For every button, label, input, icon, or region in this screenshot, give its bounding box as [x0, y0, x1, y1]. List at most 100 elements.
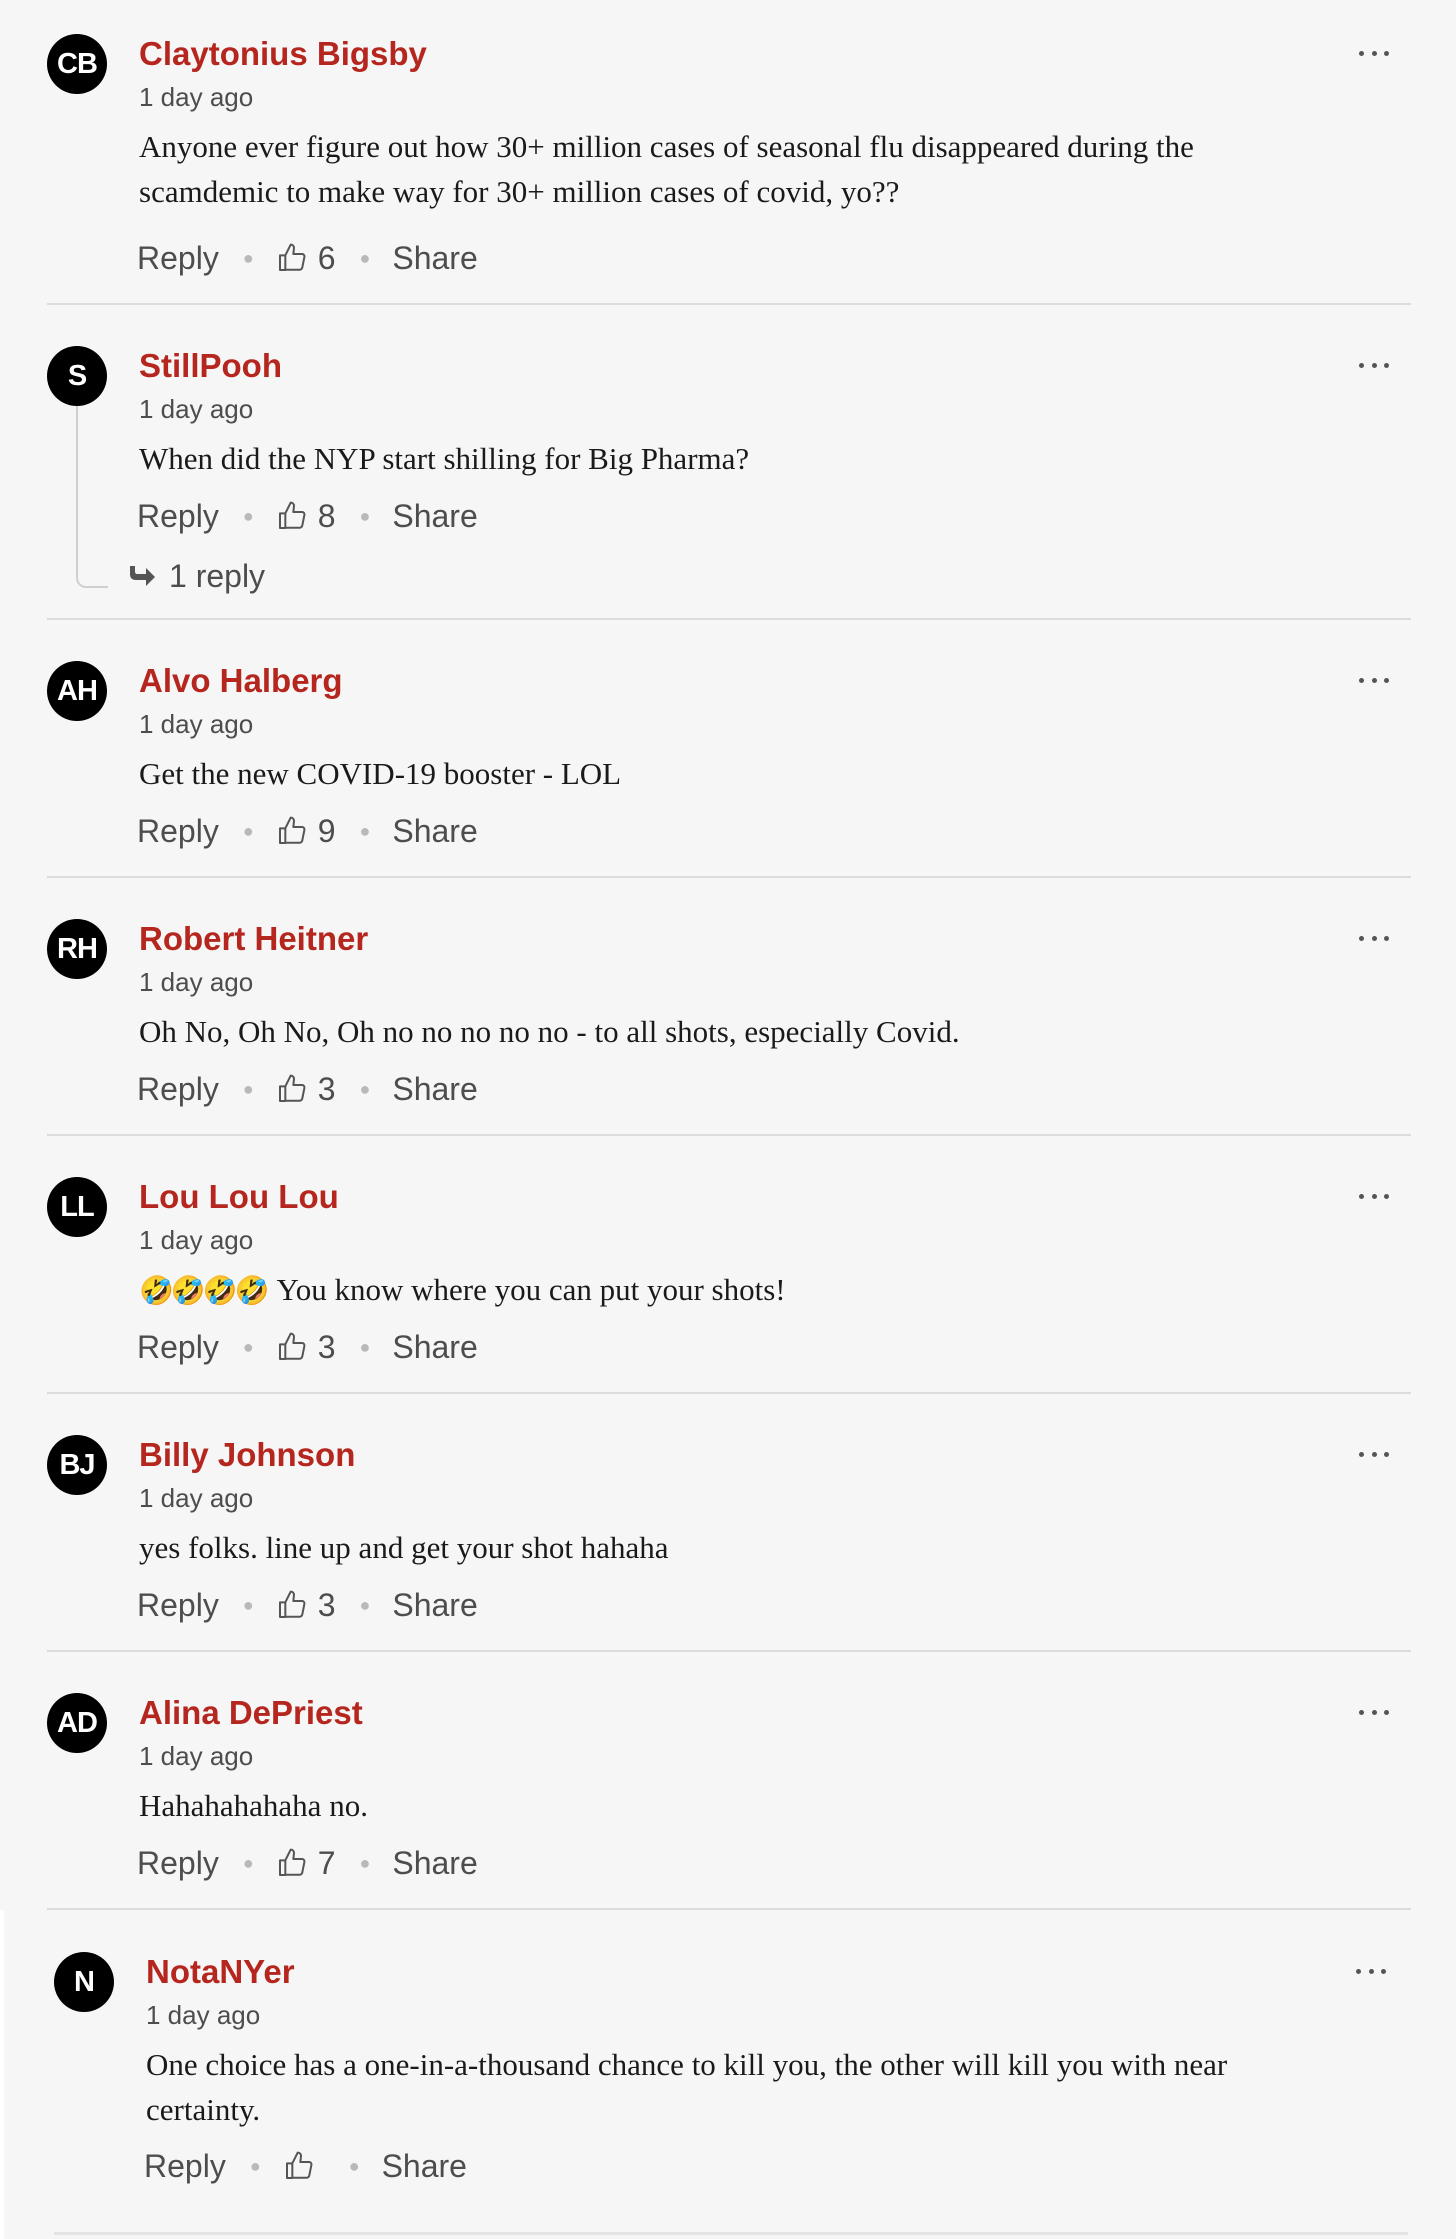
- like-count: 8: [317, 498, 336, 534]
- comment-timestamp: 1 day ago: [139, 967, 254, 997]
- comment-actions: Reply ● 9 ● Share: [137, 811, 478, 851]
- separator-dot: ●: [242, 1595, 254, 1615]
- thumbs-up-icon: [285, 2151, 313, 2179]
- thumbs-up-icon: [278, 1074, 306, 1102]
- comment-actions: Reply ● 6 ● Share: [137, 238, 478, 278]
- reply-button[interactable]: Reply: [137, 1843, 219, 1883]
- comment-author[interactable]: Lou Lou Lou: [139, 1177, 339, 1217]
- separator-dot: ●: [359, 248, 371, 268]
- comment-item: CB Claytonius Bigsby 1 day ago Anyone ev…: [47, 34, 1411, 305]
- thumbs-up-icon: [278, 243, 306, 271]
- comment-text: One choice has a one-in-a-thousand chanc…: [146, 2047, 1228, 2127]
- comment-author[interactable]: Robert Heitner: [139, 919, 368, 959]
- more-options-button[interactable]: [1359, 931, 1389, 945]
- reply-button[interactable]: Reply: [137, 811, 219, 851]
- avatar[interactable]: BJ: [47, 1435, 107, 1495]
- comment-author[interactable]: StillPooh: [139, 346, 282, 386]
- like-count: 9: [317, 813, 336, 849]
- comment-actions: Reply ● 7 ● Share: [137, 1843, 478, 1883]
- more-options-button[interactable]: [1359, 46, 1389, 60]
- thumbs-up-icon: [278, 501, 306, 529]
- comment-text: Anyone ever figure out how 30+ million c…: [139, 129, 1194, 209]
- thumbs-up-icon: [278, 1590, 306, 1618]
- comment-author[interactable]: Billy Johnson: [139, 1435, 355, 1475]
- share-button[interactable]: Share: [392, 1069, 477, 1109]
- comment-text-container: 🤣🤣🤣🤣 You know where you can put your shot…: [139, 1267, 1339, 1314]
- share-button[interactable]: Share: [392, 238, 477, 278]
- like-button[interactable]: 6: [276, 238, 335, 278]
- reply-button[interactable]: Reply: [137, 1069, 219, 1109]
- like-button[interactable]: 3: [276, 1327, 335, 1367]
- comment-timestamp: 1 day ago: [146, 2000, 261, 2030]
- comment-author[interactable]: Alina DePriest: [139, 1693, 363, 1733]
- more-options-button[interactable]: [1359, 358, 1389, 372]
- comment-author[interactable]: NotaNYer: [146, 1952, 295, 1992]
- comment-timestamp: 1 day ago: [139, 1225, 254, 1255]
- reply-button[interactable]: Reply: [137, 238, 219, 278]
- more-options-button[interactable]: [1359, 1189, 1389, 1203]
- avatar[interactable]: LL: [47, 1177, 107, 1237]
- share-button[interactable]: Share: [392, 1585, 477, 1625]
- share-button[interactable]: Share: [392, 496, 477, 536]
- separator-dot: ●: [359, 506, 371, 526]
- share-button[interactable]: Share: [382, 2146, 467, 2186]
- more-options-button[interactable]: [1356, 1964, 1386, 1978]
- avatar[interactable]: N: [54, 1952, 114, 2012]
- more-options-button[interactable]: [1359, 1705, 1389, 1719]
- separator-dot: ●: [242, 506, 254, 526]
- comment-actions: Reply ● 3 ● Share: [137, 1069, 478, 1109]
- avatar[interactable]: S: [47, 346, 107, 406]
- like-button[interactable]: [283, 2150, 325, 2182]
- reply-button[interactable]: Reply: [137, 496, 219, 536]
- avatar[interactable]: AD: [47, 1693, 107, 1753]
- comment-item: S StillPooh 1 day ago When did the NYP s…: [47, 346, 1411, 620]
- like-button[interactable]: 3: [276, 1069, 336, 1109]
- separator-dot: ●: [249, 2156, 261, 2176]
- view-replies-link[interactable]: 1 reply: [127, 556, 265, 596]
- comment-timestamp: 1 day ago: [139, 394, 254, 424]
- comment-author[interactable]: Claytonius Bigsby: [139, 34, 427, 74]
- reply-button[interactable]: Reply: [137, 1585, 219, 1625]
- comment-text: You know where you can put your shots!: [276, 1272, 786, 1307]
- comment-timestamp: 1 day ago: [139, 82, 254, 112]
- reply-button[interactable]: Reply: [144, 2146, 226, 2186]
- like-count: 3: [317, 1071, 336, 1107]
- separator-dot: ●: [348, 2156, 360, 2176]
- comment-text: Oh No, Oh No, Oh no no no no no - to all…: [139, 1014, 960, 1049]
- like-button[interactable]: 3: [276, 1585, 336, 1625]
- like-button[interactable]: 8: [276, 496, 336, 536]
- laughing-emoji-icon: 🤣🤣🤣🤣: [139, 1276, 269, 1307]
- avatar[interactable]: CB: [47, 34, 107, 94]
- separator-dot: ●: [242, 1853, 254, 1873]
- separator-dot: ●: [359, 1079, 371, 1099]
- more-options-button[interactable]: [1359, 673, 1389, 687]
- comment-item: RH Robert Heitner 1 day ago Oh No, Oh No…: [47, 919, 1411, 1136]
- like-count: 3: [317, 1587, 336, 1623]
- avatar[interactable]: RH: [47, 919, 107, 979]
- comment-text: Hahahahahaha no.: [139, 1788, 368, 1823]
- comment-timestamp: 1 day ago: [139, 1741, 254, 1771]
- reply-button[interactable]: Reply: [137, 1327, 219, 1367]
- avatar[interactable]: AH: [47, 661, 107, 721]
- thumbs-up-icon: [278, 1848, 306, 1876]
- thumbs-up-icon: [278, 816, 306, 844]
- separator-dot: ●: [359, 821, 371, 841]
- share-button[interactable]: Share: [392, 1843, 477, 1883]
- separator-dot: ●: [359, 1595, 371, 1615]
- comment-item: AH Alvo Halberg 1 day ago Get the new CO…: [47, 661, 1411, 878]
- share-button[interactable]: Share: [392, 811, 477, 851]
- like-count: 7: [317, 1845, 336, 1881]
- separator-dot: ●: [359, 1337, 371, 1357]
- comment-actions: Reply ● 3 ● Share: [137, 1585, 478, 1625]
- like-button[interactable]: 9: [276, 811, 336, 851]
- thread-line: [76, 406, 108, 588]
- more-options-button[interactable]: [1359, 1447, 1389, 1461]
- like-button[interactable]: 7: [276, 1843, 336, 1883]
- comment-author[interactable]: Alvo Halberg: [139, 661, 343, 701]
- comment-timestamp: 1 day ago: [139, 1483, 254, 1513]
- comment-item: AD Alina DePriest 1 day ago Hahahahahaha…: [47, 1693, 1411, 1910]
- comment-text: Get the new COVID-19 booster - LOL: [139, 756, 622, 791]
- comment-timestamp: 1 day ago: [139, 709, 254, 739]
- separator-dot: ●: [359, 1853, 371, 1873]
- share-button[interactable]: Share: [392, 1327, 477, 1367]
